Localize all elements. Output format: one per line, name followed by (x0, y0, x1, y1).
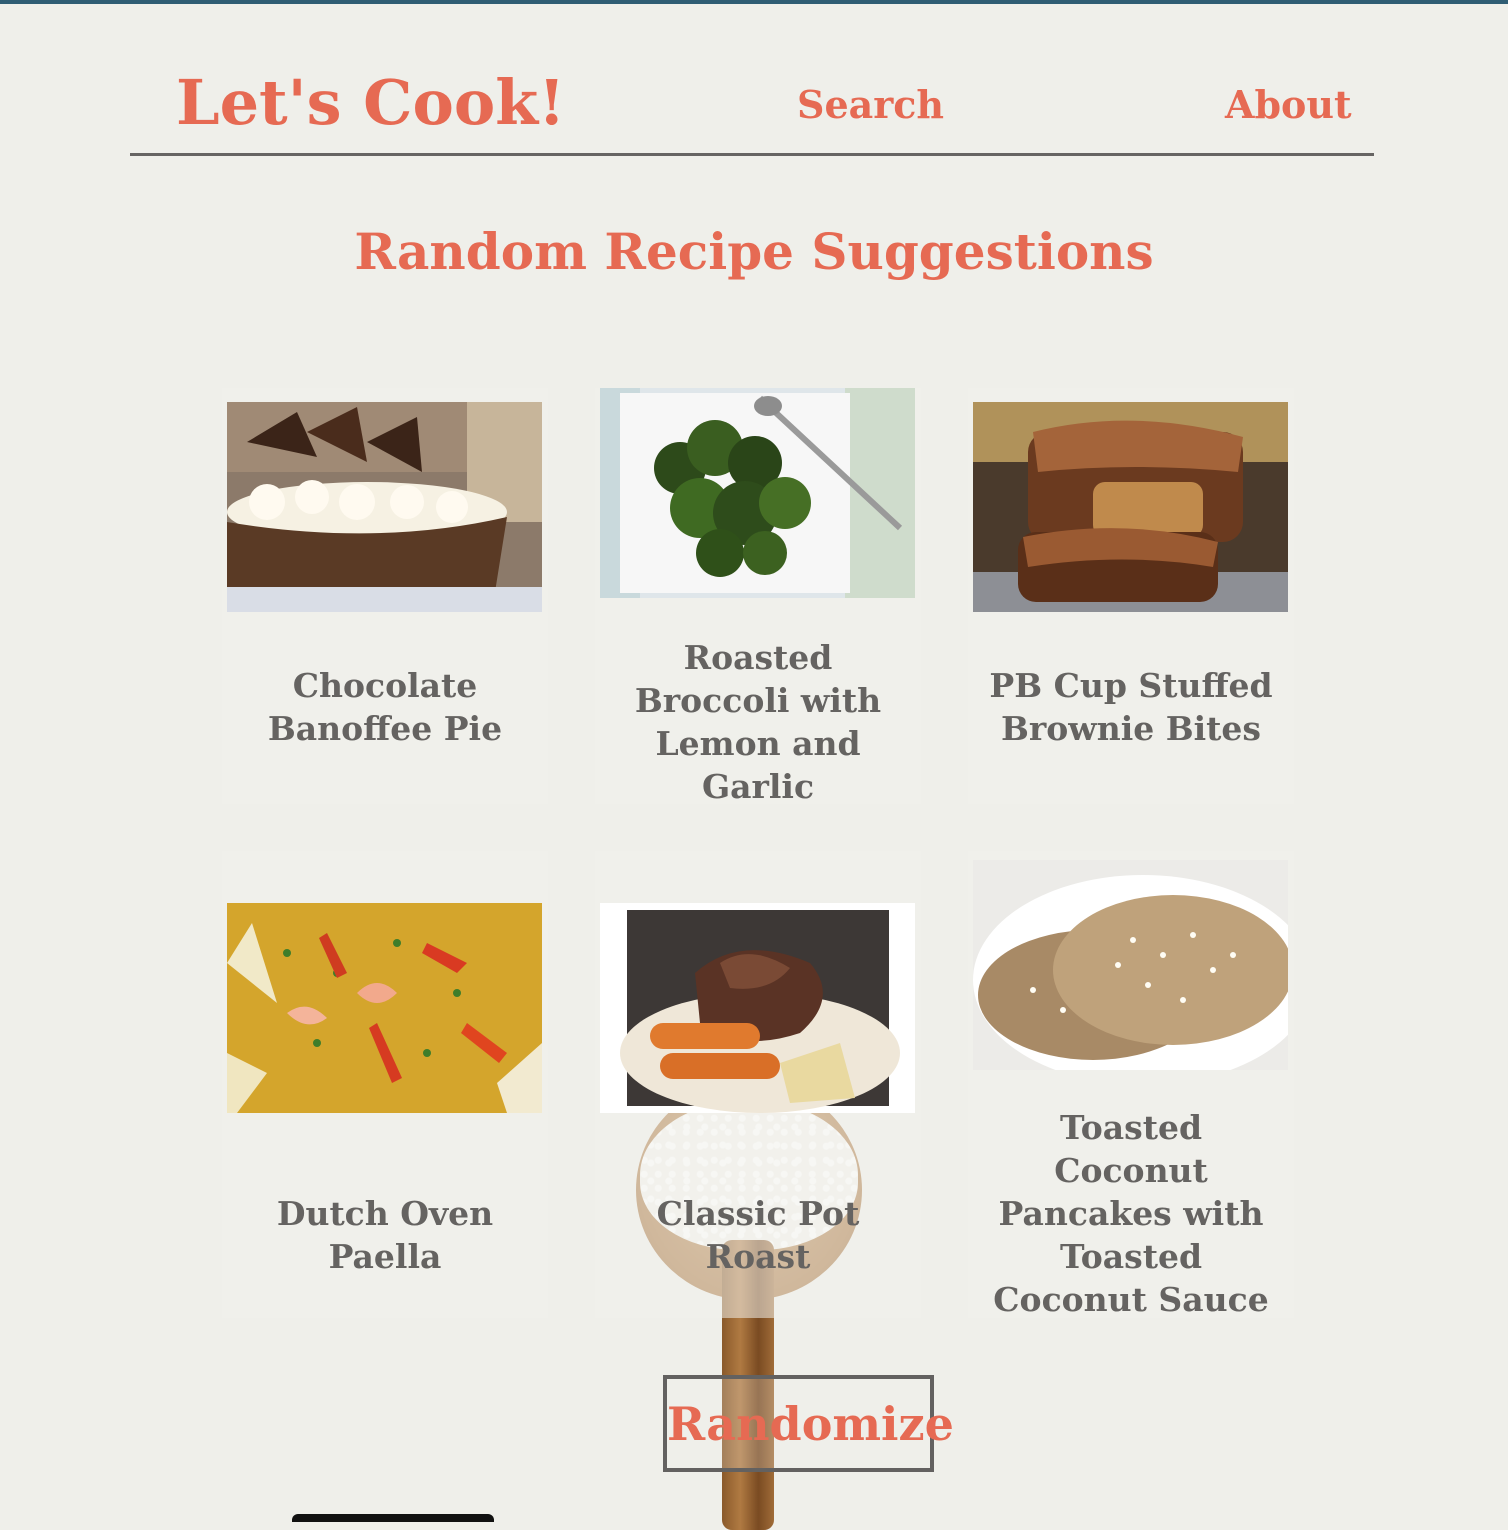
nav-search-link[interactable]: Search (797, 82, 944, 127)
recipe-image-roasted-broccoli[interactable] (600, 388, 915, 598)
recipe-title[interactable]: Dutch Oven Paella (232, 1192, 538, 1278)
recipe-image-toasted-coconut-pancakes[interactable] (973, 860, 1288, 1070)
recipe-card-pb-cup-brownie-bites[interactable]: PB Cup Stuffed Brownie Bites (968, 388, 1294, 804)
recipe-card-classic-pot-roast[interactable]: Classic Pot Roast (595, 851, 921, 1318)
recipe-image-chocolate-banoffee-pie[interactable] (227, 402, 542, 612)
recipe-title[interactable]: PB Cup Stuffed Brownie Bites (978, 664, 1284, 750)
recipe-card-toasted-coconut-pancakes[interactable]: Toasted Coconut Pancakes with Toasted Co… (968, 851, 1294, 1321)
recipe-card-chocolate-banoffee-pie[interactable]: Chocolate Banoffee Pie (222, 388, 548, 804)
recipe-image-classic-pot-roast[interactable] (600, 903, 915, 1113)
recipe-card-dutch-oven-paella[interactable]: Dutch Oven Paella (222, 851, 548, 1318)
top-accent-strip (0, 0, 1508, 4)
randomize-button[interactable]: Randomize (663, 1375, 954, 1472)
recipe-card-roasted-broccoli[interactable]: Roasted Broccoli with Lemon and Garlic (595, 388, 921, 806)
recipe-title[interactable]: Classic Pot Roast (605, 1192, 911, 1278)
recipe-image-dutch-oven-paella[interactable] (227, 903, 542, 1113)
recipe-image-pb-cup-brownie-bites[interactable] (973, 402, 1288, 612)
nav-about-link[interactable]: About (1225, 82, 1352, 127)
site-logo-text[interactable]: Let's Cook! (176, 66, 565, 139)
bottom-overlay-bar (292, 1514, 494, 1522)
recipe-title[interactable]: Roasted Broccoli with Lemon and Garlic (605, 636, 911, 808)
site-header: Let's Cook! Search About (130, 40, 1374, 156)
page-title: Random Recipe Suggestions (354, 222, 1154, 281)
recipe-title[interactable]: Toasted Coconut Pancakes with Toasted Co… (978, 1106, 1284, 1321)
recipe-title[interactable]: Chocolate Banoffee Pie (232, 664, 538, 750)
